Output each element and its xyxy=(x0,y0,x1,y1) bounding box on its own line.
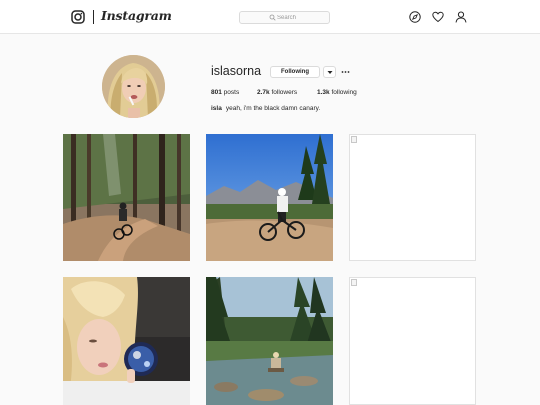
broken-image-icon xyxy=(351,279,357,286)
bio-name: isla xyxy=(211,105,222,112)
following-button[interactable]: Following xyxy=(270,66,320,78)
post-thumbnail-broken[interactable] xyxy=(349,134,476,261)
avatar-photo xyxy=(102,55,165,118)
post-thumbnail-broken[interactable] xyxy=(349,277,476,405)
person-icon[interactable] xyxy=(455,11,467,23)
following-stat[interactable]: 1.3k following xyxy=(317,89,357,96)
followers-stat[interactable]: 2.7k followers xyxy=(257,89,297,96)
profile-username: isla​sorna xyxy=(211,64,262,78)
post-thumbnail[interactable] xyxy=(206,134,333,261)
following-count: 1.3k xyxy=(317,89,330,96)
search-box[interactable] xyxy=(239,11,330,24)
broken-image-icon xyxy=(351,136,357,143)
posts-count: 801 xyxy=(211,89,222,96)
heart-icon[interactable] xyxy=(432,11,444,23)
top-navbar: Instagram xyxy=(0,0,540,34)
posts-stat: 801 posts xyxy=(211,89,239,96)
suggestions-dropdown-button[interactable] xyxy=(323,66,336,78)
compass-icon[interactable] xyxy=(409,11,421,23)
bio-text: yeah, i'm the black damn canary. xyxy=(225,105,321,112)
post-photo-mountain-cyclist xyxy=(206,134,333,261)
profile-bio: isla yeah, i'm the black damn canary. xyxy=(211,105,320,112)
post-photo-selfie-phone xyxy=(63,277,190,405)
post-photo-creek-seat xyxy=(206,277,333,405)
following-label: following xyxy=(331,89,357,96)
search-icon xyxy=(269,14,276,21)
logo-divider xyxy=(93,10,94,24)
instagram-wordmark[interactable]: Instagram xyxy=(101,8,172,23)
post-thumbnail[interactable] xyxy=(63,134,190,261)
post-thumbnail[interactable] xyxy=(63,277,190,405)
followers-label: followers xyxy=(271,89,298,96)
followers-count: 2.7k xyxy=(257,89,270,96)
instagram-glyph-icon[interactable] xyxy=(71,10,85,24)
posts-label: posts xyxy=(223,89,240,96)
post-photo-forest-biker xyxy=(63,134,190,261)
triangle-down-icon xyxy=(327,71,333,74)
more-options-icon[interactable] xyxy=(341,66,350,78)
post-thumbnail[interactable] xyxy=(206,277,333,405)
search-input[interactable] xyxy=(277,12,327,23)
profile-avatar[interactable] xyxy=(102,55,165,118)
